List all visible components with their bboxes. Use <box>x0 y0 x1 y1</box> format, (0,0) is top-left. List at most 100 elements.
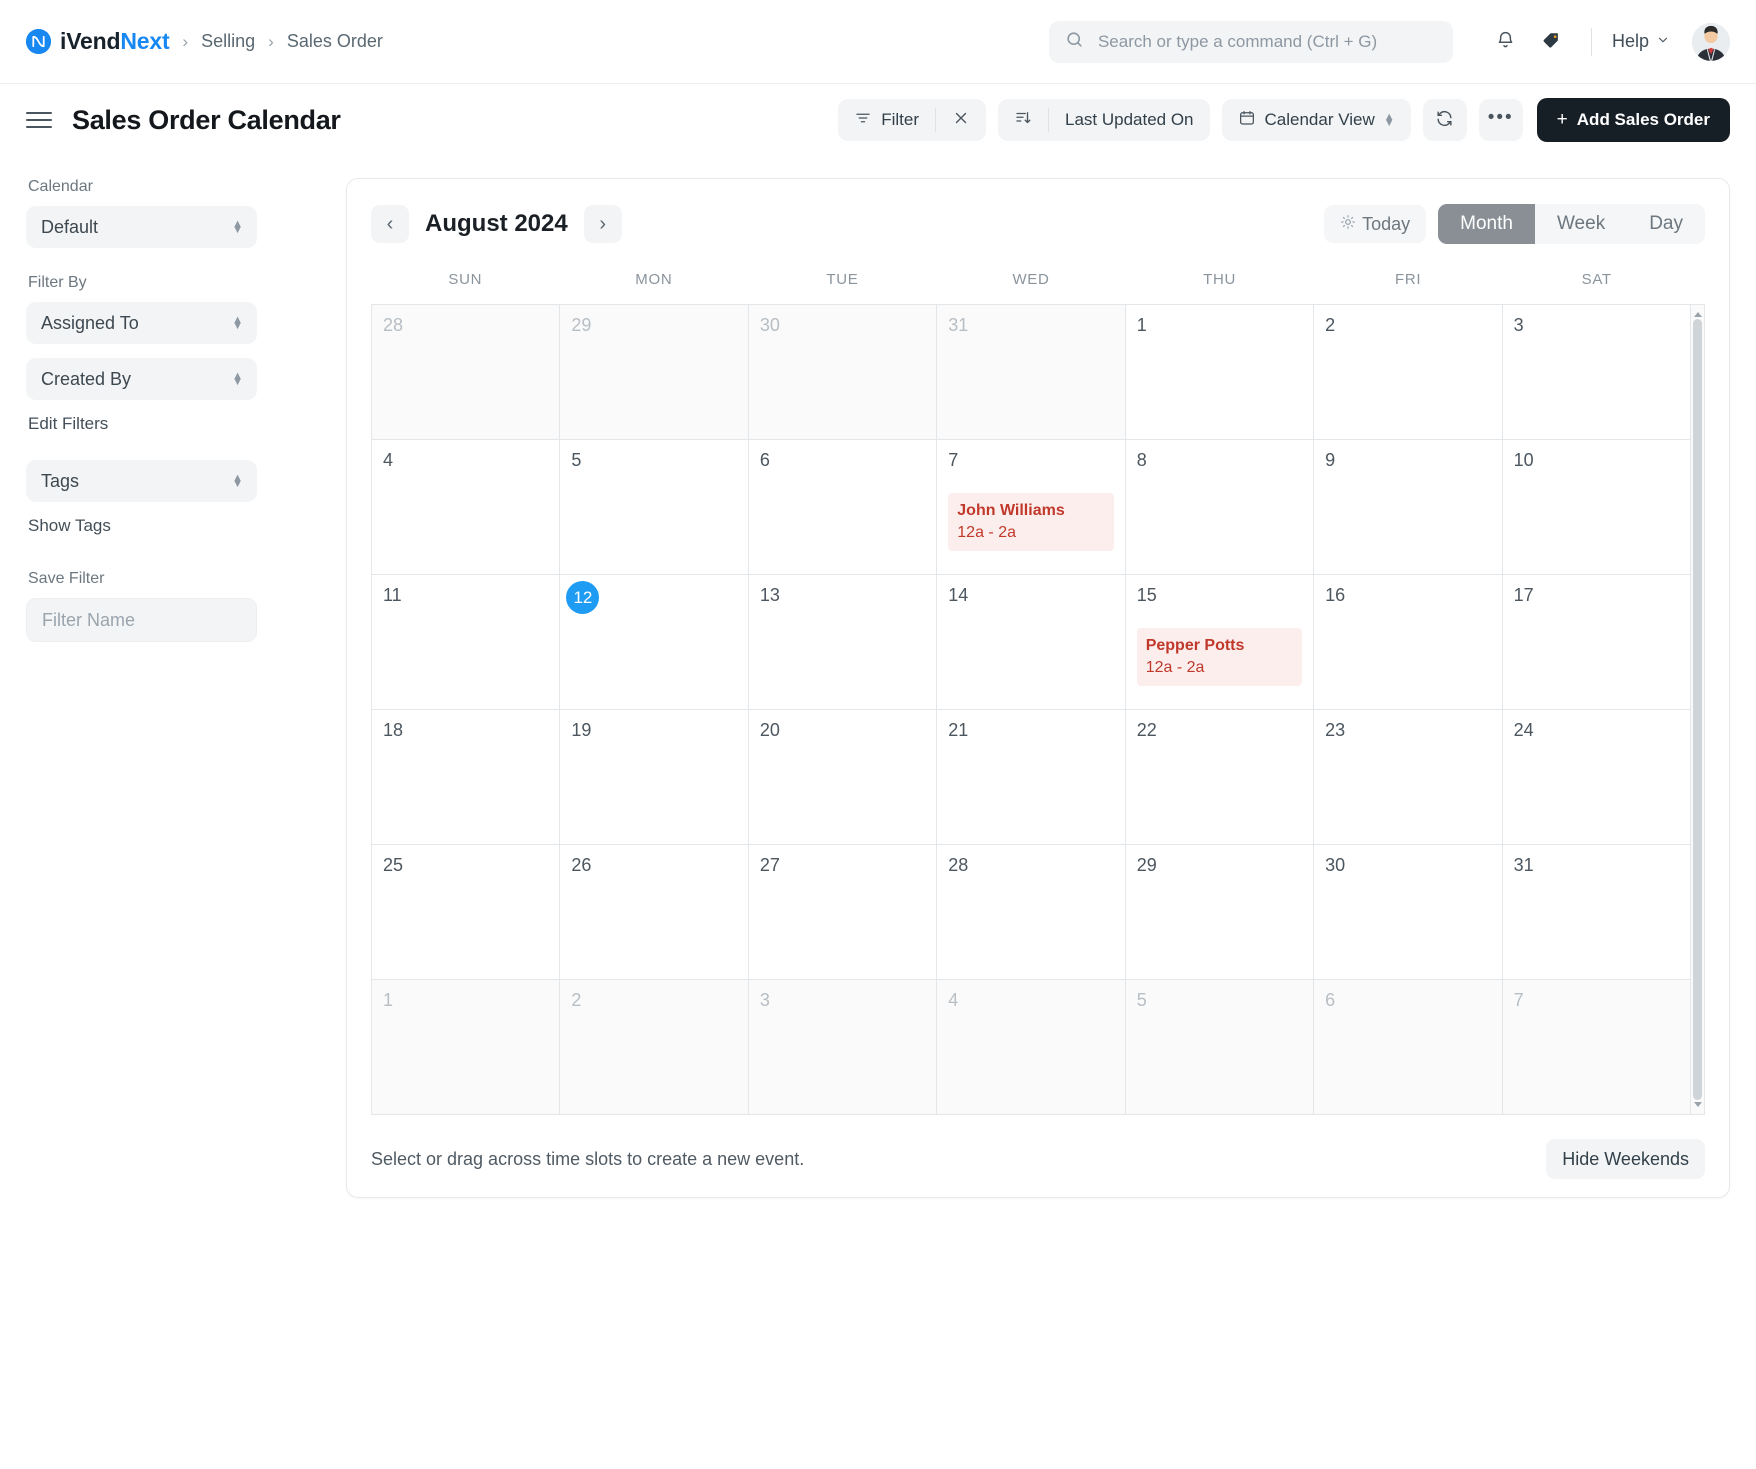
filter-group: Filter <box>838 99 986 141</box>
calendar-day-cell[interactable]: 7 <box>1502 980 1691 1115</box>
calendar-day-cell[interactable]: 4 <box>937 980 1126 1115</box>
calendar-day-cell[interactable]: 3 <box>748 980 938 1115</box>
calendar-day-cell[interactable]: 5 <box>1125 980 1315 1115</box>
chevron-updown-icon: ▲ ▼ <box>232 370 243 388</box>
calendar-day-number: 19 <box>571 720 592 740</box>
calendar-view-button[interactable]: Calendar View ▲ ▼ <box>1222 99 1411 141</box>
calendar-day-cell[interactable]: 14 <box>937 575 1126 710</box>
calendar-day-cell[interactable]: 28 <box>937 845 1126 980</box>
search-icon <box>1065 30 1084 54</box>
calendar-event[interactable]: Pepper Potts 12a - 2a <box>1136 628 1303 687</box>
calendar-day-number: 21 <box>948 720 969 740</box>
notifications-button[interactable] <box>1487 23 1525 61</box>
calendar-day-cell[interactable]: 3 <box>1502 305 1691 440</box>
calendar-day-number: 1 <box>383 990 394 1010</box>
today-button[interactable]: Today <box>1324 205 1427 243</box>
calendar-day-cell[interactable]: 2 <box>560 980 749 1115</box>
calendar-day-cell[interactable]: 25 <box>372 845 561 980</box>
next-month-button[interactable]: › <box>583 205 622 243</box>
calendar-day-cell[interactable]: 7 John Williams 12a - 2a <box>937 440 1126 575</box>
sort-direction-button[interactable] <box>998 99 1048 141</box>
calendar-day-cell[interactable]: 24 <box>1502 710 1691 845</box>
calendar-day-number: 6 <box>759 450 770 470</box>
tags-select[interactable]: Tags ▲ ▼ <box>26 460 257 502</box>
hide-weekends-button[interactable]: Hide Weekends <box>1546 1139 1705 1179</box>
show-tags-link[interactable]: Show Tags <box>28 516 322 536</box>
view-month-button[interactable]: Month <box>1438 204 1535 244</box>
calendar-day-cell[interactable]: 31 <box>937 305 1126 440</box>
breadcrumb-separator-2: › <box>268 31 274 51</box>
calendar-day-cell[interactable]: 29 <box>560 305 749 440</box>
prev-month-button[interactable]: ‹ <box>371 205 409 243</box>
calendar-day-cell[interactable]: 28 <box>372 305 561 440</box>
tags-button[interactable] <box>1533 23 1571 61</box>
add-sales-order-button[interactable]: + Add Sales Order <box>1536 98 1730 142</box>
calendar-day-cell[interactable]: 9 <box>1314 440 1503 575</box>
calendar-day-cell[interactable]: 10 <box>1502 440 1691 575</box>
calendar-select[interactable]: Default ▲ ▼ <box>26 206 257 248</box>
calendar-day-cell[interactable]: 12 <box>560 575 749 710</box>
calendar-day-cell[interactable]: 11 <box>372 575 561 710</box>
calendar-day-cell[interactable]: 20 <box>748 710 938 845</box>
calendar-day-number: 7 <box>1513 990 1524 1010</box>
calendar-scrollbar[interactable] <box>1691 304 1705 1115</box>
calendar-day-cell[interactable]: 19 <box>560 710 749 845</box>
calendar-day-cell[interactable]: 18 <box>372 710 561 845</box>
calendar-day-cell[interactable]: 1 <box>1125 305 1315 440</box>
filter-name-input[interactable] <box>26 598 257 642</box>
calendar-day-cell[interactable]: 17 <box>1502 575 1691 710</box>
weekday-thu: THU <box>1203 271 1237 288</box>
calendar-day-cell[interactable]: 21 <box>937 710 1126 845</box>
calendar-day-number: 20 <box>759 720 780 740</box>
calendar-footer-hint: Select or drag across time slots to crea… <box>371 1148 805 1169</box>
calendar-day-number: 30 <box>759 315 780 335</box>
more-options-button[interactable]: ••• <box>1478 99 1523 141</box>
calendar-day-cell[interactable]: 2 <box>1314 305 1503 440</box>
scroll-up-arrow-icon[interactable] <box>1694 309 1702 317</box>
calendar-day-cell[interactable]: 15 Pepper Potts 12a - 2a <box>1125 575 1315 710</box>
clear-filter-button[interactable] <box>936 99 986 141</box>
calendar-day-cell[interactable]: 31 <box>1502 845 1691 980</box>
calendar-day-cell[interactable]: 8 <box>1125 440 1315 575</box>
calendar-day-cell[interactable]: 30 <box>1314 845 1503 980</box>
calendar-day-cell[interactable]: 30 <box>748 305 938 440</box>
edit-filters-link[interactable]: Edit Filters <box>28 414 322 434</box>
calendar-day-cell[interactable]: 23 <box>1314 710 1503 845</box>
avatar[interactable] <box>1692 22 1730 61</box>
sidebar-toggle-icon[interactable] <box>26 112 52 128</box>
calendar-day-cell[interactable]: 1 <box>372 980 561 1115</box>
search-input[interactable] <box>1095 30 1437 53</box>
calendar-day-cell[interactable]: 26 <box>560 845 749 980</box>
calendar-day-cell[interactable]: 22 <box>1125 710 1315 845</box>
calendar-day-cell[interactable]: 4 <box>372 440 561 575</box>
calendar-day-cell[interactable]: 13 <box>748 575 938 710</box>
sort-field-button[interactable]: Last Updated On <box>1049 99 1210 141</box>
calendar-day-number: 3 <box>1513 315 1524 335</box>
user-avatar-icon <box>1692 22 1730 61</box>
filter-button[interactable]: Filter <box>838 99 935 141</box>
calendar-day-number: 2 <box>1325 315 1336 335</box>
tags-select-wrap: Tags ▲ ▼ <box>26 460 322 502</box>
view-day-button[interactable]: Day <box>1627 204 1705 244</box>
assigned-to-select[interactable]: Assigned To ▲ ▼ <box>26 302 257 344</box>
calendar-day-cell[interactable]: 5 <box>560 440 749 575</box>
created-by-select[interactable]: Created By ▲ ▼ <box>26 358 257 400</box>
calendar-day-cell[interactable]: 27 <box>748 845 938 980</box>
calendar-day-cell[interactable]: 6 <box>748 440 938 575</box>
view-week-button[interactable]: Week <box>1535 204 1627 244</box>
help-menu-button[interactable]: Help <box>1608 25 1674 58</box>
calendar-day-cell[interactable]: 16 <box>1314 575 1503 710</box>
top-navbar: iVendNext › Selling › Sales Order Search… <box>0 0 1756 84</box>
breadcrumb-sales-order[interactable]: Sales Order <box>287 31 383 52</box>
breadcrumb-selling[interactable]: Selling <box>201 31 255 52</box>
calendar-day-cell[interactable]: 29 <box>1125 845 1315 980</box>
refresh-button[interactable] <box>1422 99 1467 141</box>
scrollbar-thumb[interactable] <box>1693 319 1702 1100</box>
brand-logo-group[interactable]: iVendNext <box>26 28 170 55</box>
scroll-down-arrow-icon[interactable] <box>1694 1102 1702 1110</box>
search-box[interactable] <box>1048 20 1453 63</box>
calendar-day-number: 4 <box>383 450 394 470</box>
calendar-event[interactable]: John Williams 12a - 2a <box>948 493 1114 552</box>
calendar-day-cell[interactable]: 6 <box>1314 980 1503 1115</box>
help-label: Help <box>1611 31 1649 51</box>
